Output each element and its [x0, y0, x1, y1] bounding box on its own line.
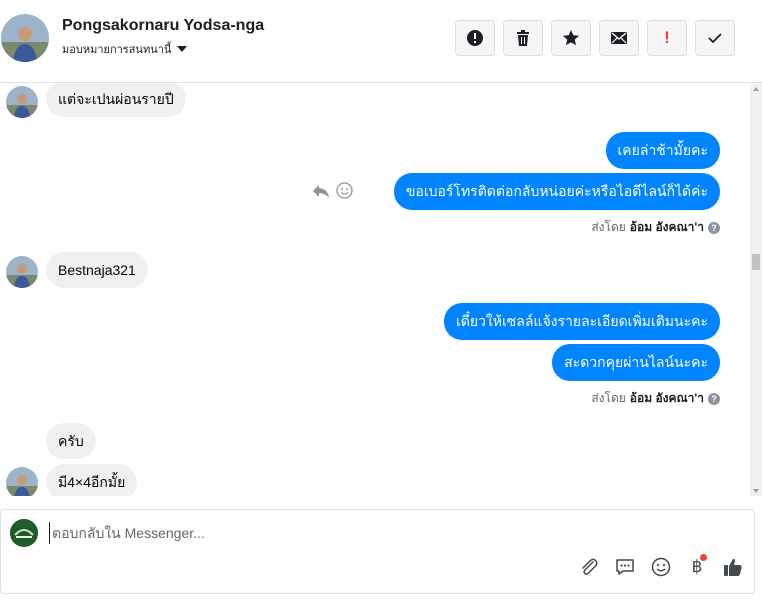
- like-button[interactable]: [722, 556, 744, 578]
- done-button[interactable]: [695, 20, 735, 56]
- conversation-header: Pongsakornaru Yodsa-nga มอบหมายการสนทนาน…: [0, 0, 762, 83]
- message-tools: [312, 182, 353, 199]
- saved-replies-button[interactable]: [614, 556, 636, 578]
- sent-by-label: ส่งโดย อ้อม อังคณา'า ?: [591, 389, 720, 408]
- contact-avatar-small[interactable]: [6, 86, 38, 118]
- assign-conversation-dropdown[interactable]: มอบหมายการสนทนานี้: [62, 40, 188, 58]
- emoji-icon: [651, 557, 671, 577]
- composer-toolbar: ฿: [578, 554, 744, 578]
- emoji-reaction-icon[interactable]: [336, 182, 353, 199]
- star-icon: [563, 30, 579, 46]
- page-avatar: [10, 519, 38, 547]
- scroll-up-arrow-icon[interactable]: [753, 87, 759, 91]
- report-button[interactable]: [455, 20, 495, 56]
- paperclip-icon: [582, 558, 598, 575]
- message-thread[interactable]: แต่จะเปนผ่อนรายปี เคยล่าช้ามั้ยคะ ขอเบอร…: [0, 84, 750, 496]
- message-bubble-incoming[interactable]: Bestnaja321: [46, 252, 148, 288]
- thumbs-up-icon: [724, 558, 742, 576]
- spam-button[interactable]: !: [647, 20, 687, 56]
- payment-button[interactable]: ฿: [686, 554, 708, 578]
- help-icon[interactable]: ?: [708, 392, 720, 405]
- delete-button[interactable]: [503, 20, 543, 56]
- contact-avatar-small[interactable]: [6, 256, 38, 288]
- scroll-thumb[interactable]: [752, 254, 760, 270]
- envelope-icon: [611, 32, 627, 44]
- thread-scrollbar[interactable]: [750, 84, 762, 496]
- message-bubble-outgoing[interactable]: เคยล่าช้ามั้ยคะ: [605, 132, 720, 169]
- message-bubble-incoming[interactable]: มี4×4อีกมั้ย: [46, 464, 138, 496]
- contact-avatar[interactable]: [1, 14, 49, 62]
- sender-name[interactable]: อ้อม อังคณา'า: [630, 389, 704, 408]
- chevron-down-icon: [177, 46, 188, 52]
- sent-by-label: ส่งโดย อ้อม อังคณา'า ?: [591, 218, 720, 237]
- alert-circle-icon: [467, 30, 483, 46]
- star-button[interactable]: [551, 20, 591, 56]
- trash-icon: [517, 30, 529, 46]
- conversation-actions: !: [455, 20, 735, 56]
- scroll-down-arrow-icon[interactable]: [753, 489, 759, 493]
- message-bubble-incoming[interactable]: แต่จะเปนผ่อนรายปี: [46, 84, 186, 117]
- contact-avatar-small[interactable]: [6, 467, 38, 496]
- message-bubble-outgoing[interactable]: สะดวกคุยผ่านไลน์นะคะ: [552, 344, 720, 381]
- notification-dot: [700, 554, 707, 561]
- help-icon[interactable]: ?: [708, 221, 720, 234]
- contact-name[interactable]: Pongsakornaru Yodsa-nga: [62, 17, 264, 35]
- check-icon: [708, 33, 722, 44]
- mark-unread-button[interactable]: [599, 20, 639, 56]
- attach-button[interactable]: [578, 556, 600, 578]
- saved-replies-icon: [616, 559, 634, 575]
- message-composer: ฿: [0, 509, 755, 594]
- message-bubble-outgoing[interactable]: เดี๋ยวให้เซลล์แจ้งรายละเอียดเพิ่มเติมนะค…: [443, 303, 720, 340]
- reply-icon[interactable]: [312, 183, 330, 199]
- sent-by-prefix: ส่งโดย: [591, 391, 626, 405]
- emoji-button[interactable]: [650, 556, 672, 578]
- message-bubble-outgoing[interactable]: ขอเบอร์โทรติดต่อกลับหน่อยค่ะหรือไอดีไลน์…: [393, 173, 720, 210]
- message-bubble-incoming[interactable]: ครับ: [46, 423, 96, 459]
- sender-name[interactable]: อ้อม อังคณา'า: [630, 218, 704, 237]
- reply-input[interactable]: [49, 522, 609, 544]
- assign-label: มอบหมายการสนทนานี้: [62, 44, 172, 56]
- exclamation-icon: !: [664, 28, 670, 47]
- sent-by-prefix: ส่งโดย: [591, 220, 626, 234]
